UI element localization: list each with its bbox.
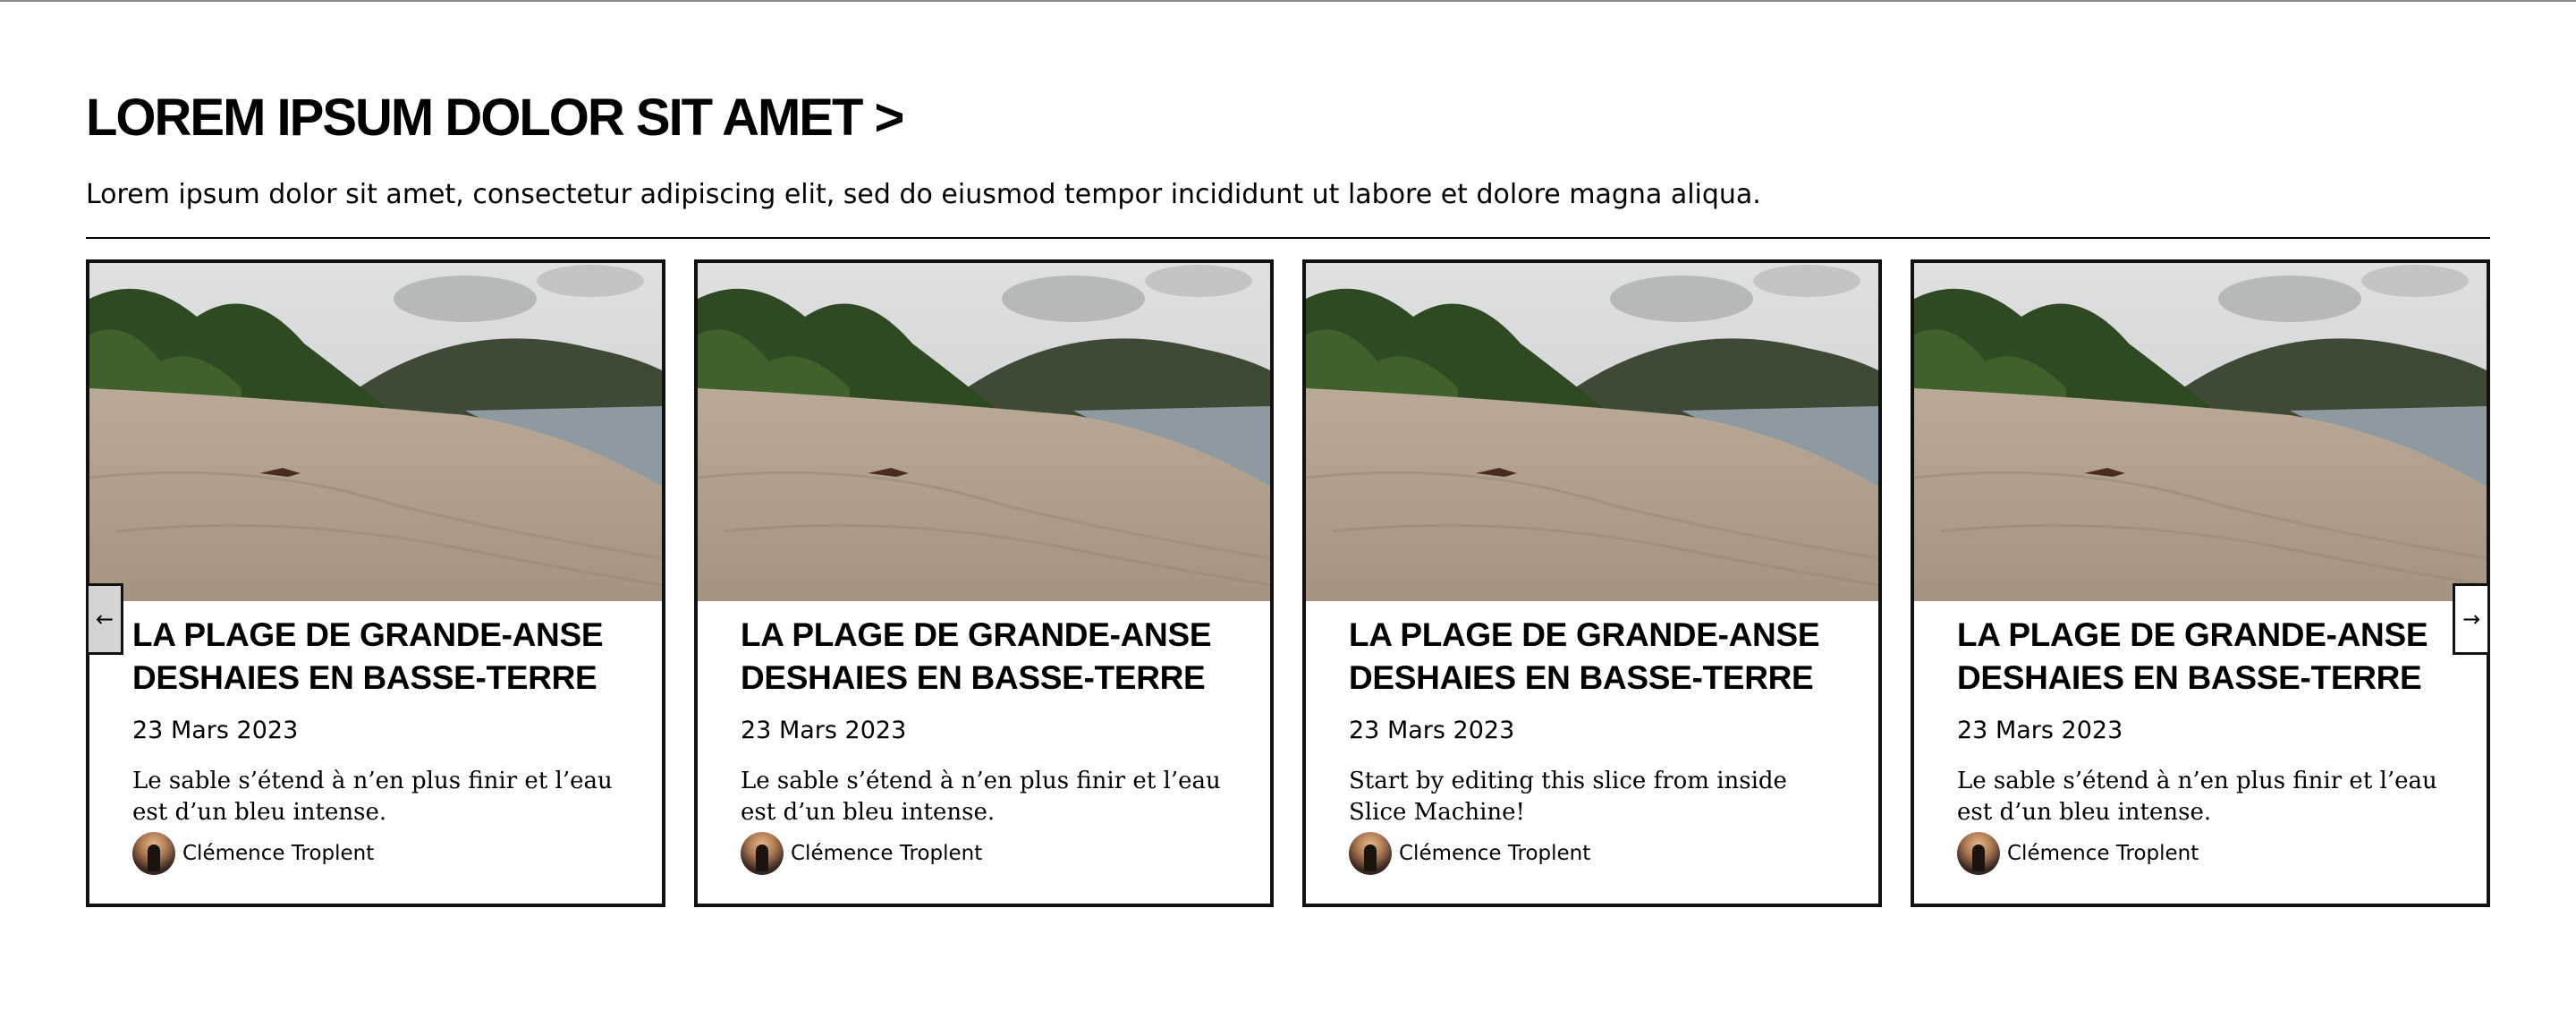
card-image-beach [1914,263,2487,601]
author-avatar [132,832,175,875]
author-name: Clémence Troplent [182,842,375,865]
section-divider [86,237,2490,239]
card-date: 23 Mars 2023 [1957,717,2123,744]
card-image-beach [1306,263,1878,601]
article-card[interactable]: LA PLAGE DE GRANDE-ANSE DESHAIES EN BASS… [86,259,665,907]
card-description: Start by editing this slice from inside … [1349,768,1787,826]
beach-photo [1306,263,1878,601]
author-avatar [1957,832,2000,875]
card-date: 23 Mars 2023 [132,717,299,744]
card-description: Le sable s’étend à n’en plus finir et l’… [132,768,613,826]
card-body: LA PLAGE DE GRANDE-ANSE DESHAIES EN BASS… [1957,614,2451,828]
card-author: Clémence Troplent [1957,832,2199,875]
arrow-left-icon: ← [95,607,114,632]
beach-photo [89,263,662,601]
card-author: Clémence Troplent [741,832,982,875]
carousel-next-button[interactable]: → [2453,583,2490,655]
card-title[interactable]: LA PLAGE DE GRANDE-ANSE DESHAIES EN BASS… [1349,614,1843,700]
card-description: Le sable s’étend à n’en plus finir et l’… [1957,768,2437,826]
author-avatar [741,832,784,875]
card-carousel: LA PLAGE DE GRANDE-ANSE DESHAIES EN BASS… [86,259,2490,907]
author-avatar [1349,832,1392,875]
card-title[interactable]: LA PLAGE DE GRANDE-ANSE DESHAIES EN BASS… [1957,614,2451,700]
card-date: 23 Mars 2023 [741,717,907,744]
arrow-right-icon: → [2462,607,2481,632]
card-body: LA PLAGE DE GRANDE-ANSE DESHAIES EN BASS… [1349,614,1843,828]
card-author: Clémence Troplent [1349,832,1590,875]
carousel-prev-button[interactable]: ← [86,583,123,655]
section-heading-link[interactable]: LOREM IPSUM DOLOR SIT AMET > [86,89,904,147]
card-image-beach [698,263,1270,601]
author-name: Clémence Troplent [791,842,983,865]
article-card[interactable]: LA PLAGE DE GRANDE-ANSE DESHAIES EN BASS… [1911,259,2490,907]
card-description: Le sable s’étend à n’en plus finir et l’… [741,768,1221,826]
card-body: LA PLAGE DE GRANDE-ANSE DESHAIES EN BASS… [132,614,626,828]
card-title[interactable]: LA PLAGE DE GRANDE-ANSE DESHAIES EN BASS… [741,614,1234,700]
beach-photo [1914,263,2487,601]
beach-photo [698,263,1270,601]
card-body: LA PLAGE DE GRANDE-ANSE DESHAIES EN BASS… [741,614,1234,828]
section-intro: Lorem ipsum dolor sit amet, consectetur … [86,179,1761,210]
author-name: Clémence Troplent [2007,842,2199,865]
author-name: Clémence Troplent [1399,842,1591,865]
card-image-beach [89,263,662,601]
article-card[interactable]: LA PLAGE DE GRANDE-ANSE DESHAIES EN BASS… [694,259,1274,907]
top-rule [0,0,2576,2]
article-card[interactable]: LA PLAGE DE GRANDE-ANSE DESHAIES EN BASS… [1302,259,1882,907]
card-author: Clémence Troplent [132,832,374,875]
card-date: 23 Mars 2023 [1349,717,1515,744]
card-title[interactable]: LA PLAGE DE GRANDE-ANSE DESHAIES EN BASS… [132,614,626,700]
